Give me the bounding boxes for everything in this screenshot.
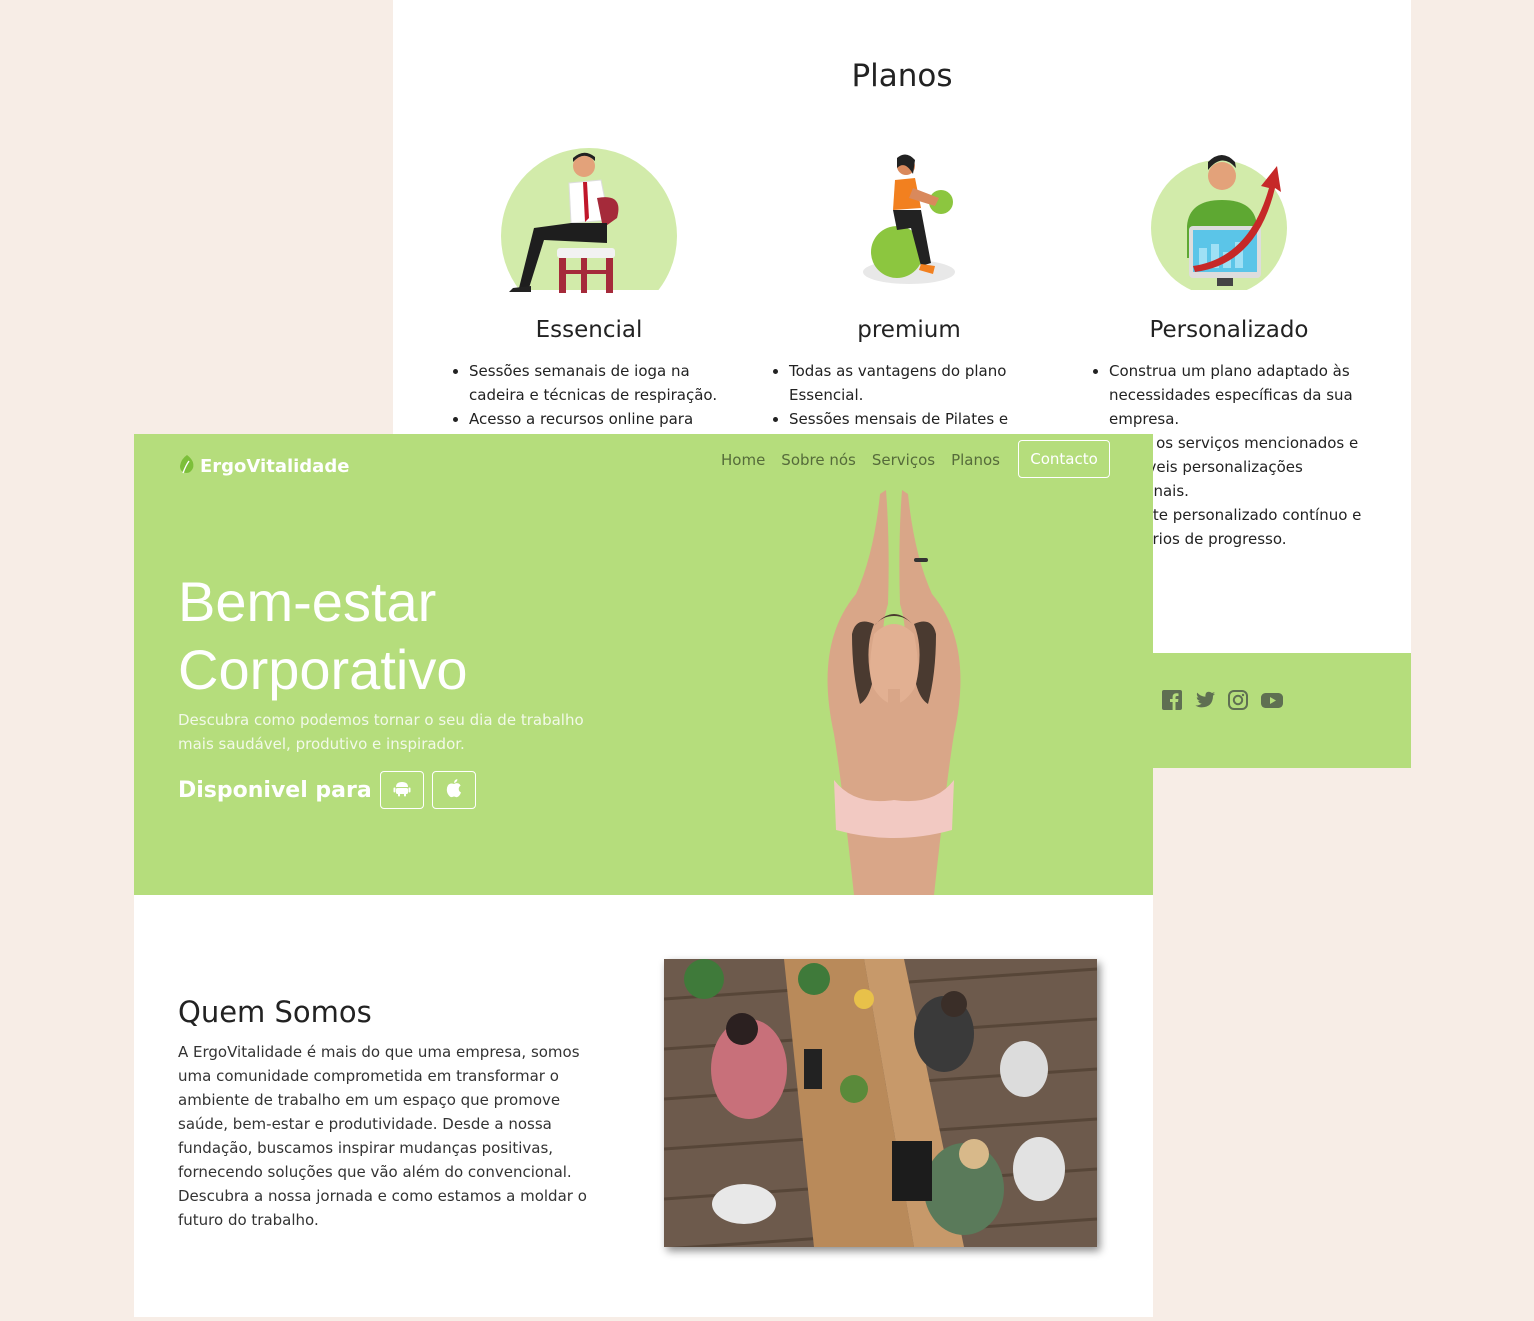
yoga-woman-image (794, 484, 994, 895)
nav-link-home[interactable]: Home (721, 451, 765, 469)
plan-feature: Todas as vantagens do plano Essencial. (789, 359, 1049, 407)
youtube-icon[interactable] (1260, 689, 1283, 711)
available-label: Disponivel para (178, 777, 372, 803)
plan-feature: Acesso a recursos online para (469, 407, 729, 431)
plan-features: Todas as vantagens do plano Essencial. S… (769, 359, 1049, 431)
plan-name: Personalizado (1149, 317, 1309, 343)
hero-subtitle: Descubra como podemos tornar o seu dia d… (178, 711, 584, 753)
android-icon (393, 779, 411, 801)
hero-title: Bem-estar Corporativo (178, 570, 468, 701)
brand-name: ErgoVitalidade (200, 456, 350, 477)
apple-icon (445, 778, 463, 802)
plan-features: Sessões semanais de ioga na cadeira e té… (449, 359, 729, 431)
about-section: Quem Somos A ErgoVitalidade é mais do qu… (134, 895, 1153, 1317)
team-meeting-photo (664, 959, 1097, 1247)
hero-section: ErgoVitalidade Home Sobre nós Serviços P… (134, 434, 1153, 895)
main-nav: Home Sobre nós Serviços Planos (721, 451, 1000, 469)
about-title: Quem Somos (178, 995, 372, 1029)
landing-page: ErgoVitalidade Home Sobre nós Serviços P… (134, 434, 1153, 1317)
brand-logo[interactable]: ErgoVitalidade (178, 453, 349, 480)
plan-feature: Construa um plano adaptado às necessidad… (1109, 359, 1369, 431)
plan-feature: Sessões mensais de Pilates e (789, 407, 1049, 431)
plan-name: premium (857, 317, 961, 343)
nav-link-servicos[interactable]: Serviços (872, 451, 935, 469)
pilates-ball-illustration (809, 148, 1009, 293)
contact-button[interactable]: Contacto (1018, 440, 1110, 478)
plan-card-essencial: Essencial Sessões semanais de ioga na ca… (449, 148, 729, 431)
plan-name: Essencial (535, 317, 643, 343)
growth-chart-illustration (1129, 148, 1329, 300)
about-text: A ErgoVitalidade é mais do que uma empre… (178, 1043, 587, 1229)
plans-title: Planos (851, 58, 953, 94)
plan-card-premium: premium Todas as vantagens do plano Esse… (769, 148, 1049, 431)
app-availability: Disponivel para (178, 771, 476, 809)
leaf-icon (178, 453, 196, 480)
facebook-icon[interactable] (1161, 689, 1183, 711)
plan-feature: Sessões semanais de ioga na cadeira e té… (469, 359, 729, 407)
android-button[interactable] (379, 771, 424, 809)
nav-link-planos[interactable]: Planos (951, 451, 1000, 469)
twitter-icon[interactable] (1194, 689, 1216, 711)
instagram-icon[interactable] (1227, 689, 1249, 711)
apple-button[interactable] (431, 771, 476, 809)
chair-yoga-illustration (489, 148, 689, 324)
nav-link-sobre-nos[interactable]: Sobre nós (781, 451, 856, 469)
social-links (1161, 689, 1283, 711)
